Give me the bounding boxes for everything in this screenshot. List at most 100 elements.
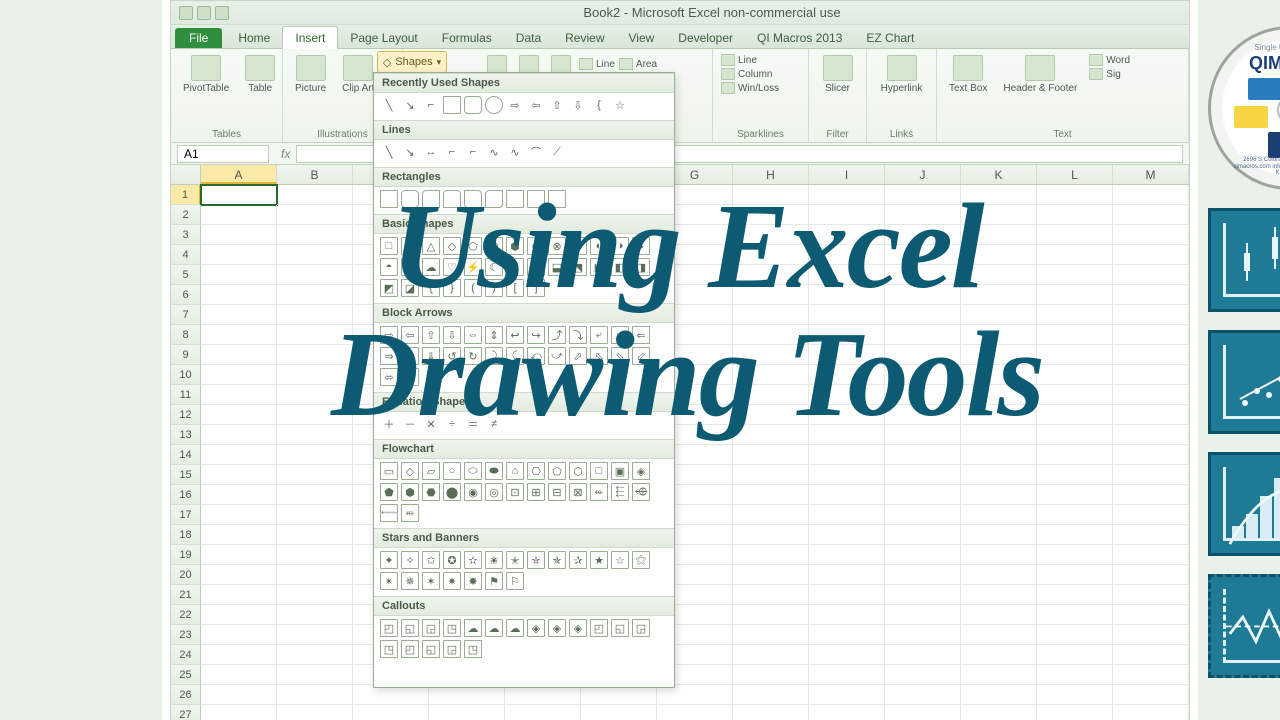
shape-basic-21[interactable]: ⬓ (548, 258, 566, 276)
cell-B24[interactable] (277, 645, 353, 665)
col-header-H[interactable]: H (733, 165, 809, 184)
cell-H23[interactable] (733, 625, 809, 645)
shape-flow-1[interactable]: ◇ (401, 462, 419, 480)
shape-basic-30[interactable]: ( (464, 279, 482, 297)
select-all-corner[interactable] (171, 165, 201, 184)
row-header-14[interactable]: 14 (171, 445, 201, 465)
cell-H15[interactable] (733, 465, 809, 485)
row-header-16[interactable]: 16 (171, 485, 201, 505)
shape-l7[interactable]: ∿ (506, 143, 524, 161)
sparkline-column[interactable]: Column (721, 67, 800, 81)
shape-r5[interactable] (464, 190, 482, 208)
cell-G27[interactable] (657, 705, 733, 720)
cell-B13[interactable] (277, 425, 353, 445)
cell-A16[interactable] (201, 485, 277, 505)
shape-arrows-16[interactable]: ↺ (443, 347, 461, 365)
cell-B21[interactable] (277, 585, 353, 605)
cell-L6[interactable] (1037, 285, 1113, 305)
cell-E27[interactable] (505, 705, 581, 720)
shape-stars-12[interactable]: ⚝ (632, 551, 650, 569)
cell-J20[interactable] (885, 565, 961, 585)
shape-r8[interactable] (527, 190, 545, 208)
cell-I20[interactable] (809, 565, 885, 585)
row-header-20[interactable]: 20 (171, 565, 201, 585)
shape-callouts-12[interactable]: ◲ (632, 619, 650, 637)
cell-A27[interactable] (201, 705, 277, 720)
cell-H13[interactable] (733, 425, 809, 445)
cell-K7[interactable] (961, 305, 1037, 325)
cell-M2[interactable] (1113, 205, 1189, 225)
shape-arrows-25[interactable]: ⬃ (632, 347, 650, 365)
cell-I24[interactable] (809, 645, 885, 665)
sparkline-winloss[interactable]: Win/Loss (721, 81, 800, 95)
cell-L11[interactable] (1037, 385, 1113, 405)
shape-basic-33[interactable]: ] (527, 279, 545, 297)
cell-M27[interactable] (1113, 705, 1189, 720)
row-header-25[interactable]: 25 (171, 665, 201, 685)
cell-A18[interactable] (201, 525, 277, 545)
cell-K25[interactable] (961, 665, 1037, 685)
shape-flow-18[interactable]: ◎ (485, 483, 503, 501)
shape-callouts-1[interactable]: ◱ (401, 619, 419, 637)
cell-K9[interactable] (961, 345, 1037, 365)
row-header-26[interactable]: 26 (171, 685, 201, 705)
shape-oval[interactable] (485, 96, 503, 114)
cell-L22[interactable] (1037, 605, 1113, 625)
row-header-10[interactable]: 10 (171, 365, 201, 385)
shape-arrow[interactable]: ↘ (401, 96, 419, 114)
row-header-24[interactable]: 24 (171, 645, 201, 665)
cell-A5[interactable] (201, 265, 277, 285)
cell-H12[interactable] (733, 405, 809, 425)
shape-basic-8[interactable]: ⊗ (548, 237, 566, 255)
cell-J5[interactable] (885, 265, 961, 285)
shape-callouts-13[interactable]: ◳ (380, 640, 398, 658)
cell-J25[interactable] (885, 665, 961, 685)
cell-J7[interactable] (885, 305, 961, 325)
cell-J1[interactable] (885, 185, 961, 205)
row-header-11[interactable]: 11 (171, 385, 201, 405)
cell-J13[interactable] (885, 425, 961, 445)
cell-I4[interactable] (809, 245, 885, 265)
shape-basic-24[interactable]: ◧ (611, 258, 629, 276)
cell-F27[interactable] (581, 705, 657, 720)
shape-elbow[interactable]: ⌐ (422, 96, 440, 114)
shape-flow-9[interactable]: ⬡ (569, 462, 587, 480)
shape-flow-11[interactable]: ▣ (611, 462, 629, 480)
cell-A9[interactable] (201, 345, 277, 365)
cell-B8[interactable] (277, 325, 353, 345)
cell-H19[interactable] (733, 545, 809, 565)
shape-r3[interactable] (422, 190, 440, 208)
shape-arrows-12[interactable]: ⇐ (632, 326, 650, 344)
col-header-K[interactable]: K (961, 165, 1037, 184)
cell-A20[interactable] (201, 565, 277, 585)
shape-arrows-11[interactable]: ⤷ (611, 326, 629, 344)
cell-H24[interactable] (733, 645, 809, 665)
cell-B19[interactable] (277, 545, 353, 565)
cell-L26[interactable] (1037, 685, 1113, 705)
shape-basic-15[interactable]: ☁ (422, 258, 440, 276)
qat-redo-icon[interactable] (215, 6, 229, 20)
cell-H2[interactable] (733, 205, 809, 225)
cell-J6[interactable] (885, 285, 961, 305)
cell-H7[interactable] (733, 305, 809, 325)
cell-M6[interactable] (1113, 285, 1189, 305)
cell-L15[interactable] (1037, 465, 1113, 485)
shape-basic-0[interactable]: □ (380, 237, 398, 255)
cell-M20[interactable] (1113, 565, 1189, 585)
cell-L14[interactable] (1037, 445, 1113, 465)
cell-A26[interactable] (201, 685, 277, 705)
cell-A13[interactable] (201, 425, 277, 445)
cell-M15[interactable] (1113, 465, 1189, 485)
tab-home[interactable]: Home (226, 27, 282, 48)
cell-J22[interactable] (885, 605, 961, 625)
shape-basic-7[interactable]: ⊕ (527, 237, 545, 255)
shape-stars-10[interactable]: ★ (590, 551, 608, 569)
cell-M4[interactable] (1113, 245, 1189, 265)
tab-formulas[interactable]: Formulas (430, 27, 504, 48)
cell-I10[interactable] (809, 365, 885, 385)
cell-I5[interactable] (809, 265, 885, 285)
cell-L8[interactable] (1037, 325, 1113, 345)
cell-L20[interactable] (1037, 565, 1113, 585)
shape-r1[interactable] (380, 190, 398, 208)
shape-rect[interactable] (443, 96, 461, 114)
